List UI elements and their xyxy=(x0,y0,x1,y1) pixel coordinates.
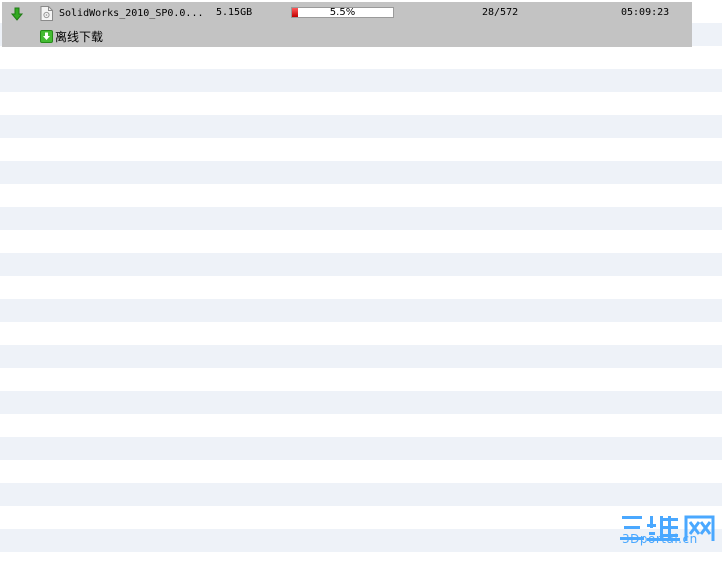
list-row xyxy=(0,460,722,483)
list-row xyxy=(0,391,722,414)
progress-text: 5.5% xyxy=(329,7,356,18)
list-row xyxy=(0,483,722,506)
list-row xyxy=(0,299,722,322)
offline-download-icon xyxy=(40,30,53,43)
list-row xyxy=(0,230,722,253)
pieces-count: 28/572 xyxy=(482,7,519,18)
list-row xyxy=(0,368,722,391)
file-name: SolidWorks_2010_SP0.0... xyxy=(59,8,204,19)
list-row xyxy=(0,161,722,184)
list-row xyxy=(0,92,722,115)
list-row xyxy=(0,207,722,230)
watermark-url: 3Dportal.cn xyxy=(622,532,698,546)
list-row xyxy=(0,345,722,368)
list-row xyxy=(0,115,722,138)
list-row xyxy=(0,437,722,460)
download-task-row[interactable]: SolidWorks_2010_SP0.0... 5.15GB 5.5% 28/… xyxy=(2,2,692,47)
offline-download-label: 离线下载 xyxy=(55,30,104,44)
list-row xyxy=(0,529,722,552)
offline-download-link[interactable]: 离线下载 xyxy=(40,28,103,45)
file-icon xyxy=(40,6,53,21)
list-row xyxy=(0,506,722,529)
file-size: 5.15GB xyxy=(216,7,253,18)
list-row xyxy=(0,46,722,69)
download-arrow-icon[interactable] xyxy=(10,7,24,21)
list-row xyxy=(0,552,722,575)
progress-bar: 5.5% xyxy=(291,7,394,18)
download-list xyxy=(0,0,722,575)
list-row xyxy=(0,253,722,276)
list-row xyxy=(0,276,722,299)
list-row xyxy=(0,414,722,437)
list-row xyxy=(0,184,722,207)
list-row xyxy=(0,69,722,92)
list-row xyxy=(0,322,722,345)
remaining-time: 05:09:23 xyxy=(621,7,670,18)
list-row xyxy=(0,138,722,161)
